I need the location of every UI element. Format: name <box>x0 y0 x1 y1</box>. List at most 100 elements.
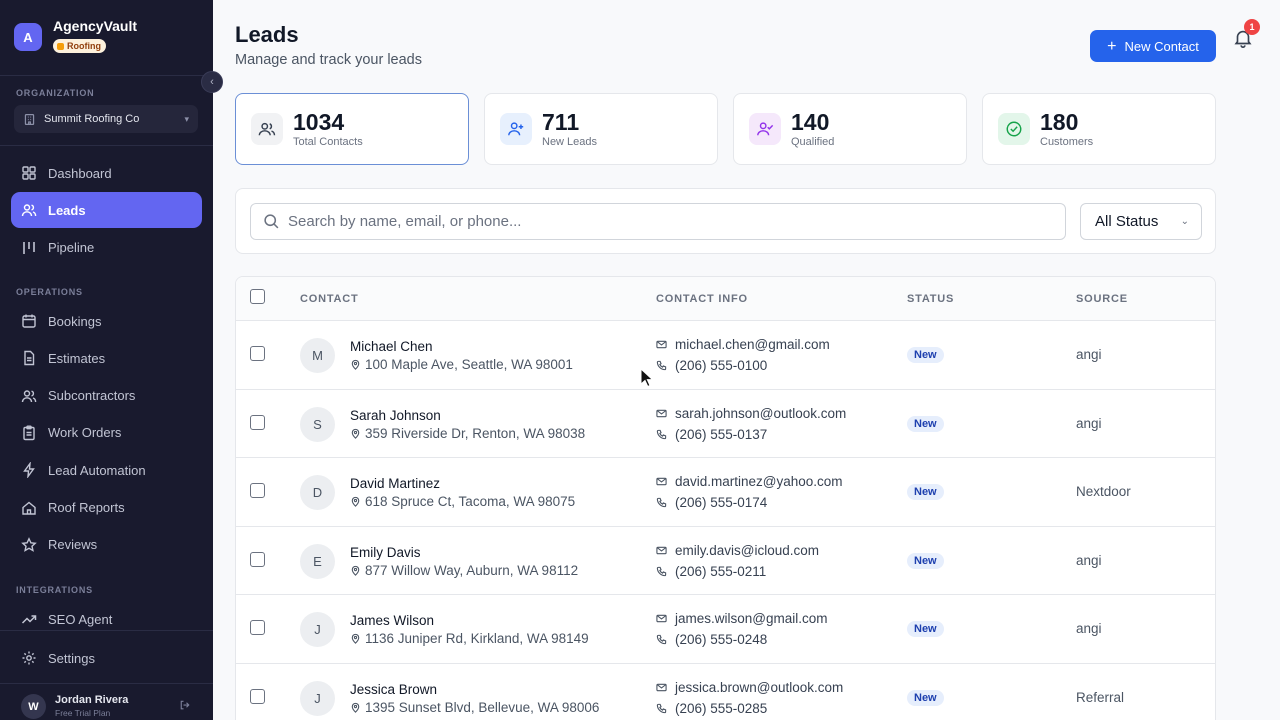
user-name: Jordan Rivera <box>55 694 129 706</box>
sidebar-collapse-button[interactable]: ‹ <box>201 71 223 93</box>
row-checkbox[interactable] <box>250 483 265 498</box>
contact-address: 100 Maple Ave, Seattle, WA 98001 <box>350 357 573 372</box>
sidebar-item-subcontractors[interactable]: Subcontractors <box>11 378 202 414</box>
sidebar-item-estimates[interactable]: Estimates <box>11 340 202 376</box>
map-pin-icon <box>350 496 361 507</box>
avatar: M <box>300 338 335 373</box>
sidebar-item-leads[interactable]: Leads <box>11 192 202 229</box>
filter-panel: All Status ⌄ <box>235 188 1216 254</box>
contact-phone[interactable]: (206) 555-0174 <box>656 495 767 510</box>
stat-card-qualified[interactable]: 140 Qualified <box>733 93 967 165</box>
table-row[interactable]: D David Martinez 618 Spruce Ct, Tacoma, … <box>236 458 1215 527</box>
status-filter-select[interactable]: All Status ⌄ <box>1080 203 1202 240</box>
contact-phone[interactable]: (206) 555-0211 <box>656 564 766 579</box>
address-text: 100 Maple Ave, Seattle, WA 98001 <box>365 357 573 372</box>
sidebar-item-roof-reports[interactable]: Roof Reports <box>11 490 202 526</box>
column-header-source[interactable]: SOURCE <box>1076 293 1128 305</box>
contact-name[interactable]: Sarah Johnson <box>350 408 441 423</box>
user-plus-icon <box>500 113 532 145</box>
status-badge: New <box>907 689 944 706</box>
mail-icon <box>656 613 667 624</box>
contact-name[interactable]: Emily Davis <box>350 545 421 560</box>
phone-icon <box>656 497 667 508</box>
new-contact-button[interactable]: + New Contact <box>1090 30 1216 62</box>
sidebar-item-lead-automation[interactable]: Lead Automation <box>11 452 202 488</box>
search-box[interactable] <box>250 203 1066 240</box>
user-profile[interactable]: W Jordan Rivera Free Trial Plan <box>21 694 191 719</box>
address-text: 618 Spruce Ct, Tacoma, WA 98075 <box>365 494 576 509</box>
contact-email[interactable]: david.martinez@yahoo.com <box>656 474 843 489</box>
sidebar-item-seo-agent[interactable]: SEO Agent <box>11 601 202 637</box>
address-text: 359 Riverside Dr, Renton, WA 98038 <box>365 425 586 441</box>
table-row[interactable]: S Sarah Johnson 359 Riverside Dr, Renton… <box>236 390 1215 458</box>
brand[interactable]: A AgencyVault Roofing <box>14 18 137 55</box>
table-row[interactable]: M Michael Chen 100 Maple Ave, Seattle, W… <box>236 321 1215 390</box>
stat-card-customers[interactable]: 180 Customers <box>982 93 1216 165</box>
contact-phone[interactable]: (206) 555-0285 <box>656 701 767 716</box>
column-header-contact[interactable]: CONTACT <box>300 293 359 305</box>
search-input[interactable] <box>288 213 1048 230</box>
map-pin-icon <box>350 565 361 576</box>
contact-email[interactable]: james.wilson@gmail.com <box>656 611 828 626</box>
logout-icon[interactable] <box>179 699 191 714</box>
stat-card-total-contacts[interactable]: 1034 Total Contacts <box>235 93 469 165</box>
org-selector[interactable]: Summit Roofing Co ▾ <box>14 105 198 133</box>
sidebar-item-dashboard[interactable]: Dashboard <box>11 155 202 191</box>
phone-icon <box>656 360 667 371</box>
select-all-checkbox[interactable] <box>250 289 265 304</box>
stat-label: Qualified <box>791 136 835 148</box>
row-checkbox[interactable] <box>250 346 265 361</box>
stat-value: 180 <box>1040 109 1079 135</box>
sidebar-item-label: Subcontractors <box>48 388 136 404</box>
column-header-status[interactable]: STATUS <box>907 293 954 305</box>
notification-badge: 1 <box>1244 19 1260 35</box>
sidebar-item-reviews[interactable]: Reviews <box>11 527 202 563</box>
sidebar-item-label: Bookings <box>48 313 102 329</box>
lead-source: angi <box>1076 621 1102 636</box>
sidebar-item-pipeline[interactable]: Pipeline <box>11 230 202 266</box>
page-subtitle: Manage and track your leads <box>235 52 422 68</box>
phone-text: (206) 555-0248 <box>675 632 768 647</box>
phone-text: (206) 555-0211 <box>675 563 767 579</box>
users-icon <box>251 113 283 145</box>
stat-value: 1034 <box>293 109 345 135</box>
sidebar-item-settings[interactable]: Settings <box>11 640 202 676</box>
building-icon <box>24 113 35 125</box>
stat-card-new-leads[interactable]: 711 New Leads <box>484 93 718 165</box>
contact-name[interactable]: David Martinez <box>350 476 440 491</box>
sidebar-divider <box>0 145 213 146</box>
contact-email[interactable]: sarah.johnson@outlook.com <box>656 406 846 421</box>
contact-name[interactable]: James Wilson <box>350 613 434 628</box>
users-icon <box>21 202 37 218</box>
contact-email[interactable]: jessica.brown@outlook.com <box>656 680 843 695</box>
dashboard-icon <box>21 165 37 181</box>
brand-name: AgencyVault <box>53 18 138 34</box>
contact-phone[interactable]: (206) 555-0100 <box>656 358 767 373</box>
email-text: emily.davis@icloud.com <box>675 542 819 558</box>
contact-email[interactable]: michael.chen@gmail.com <box>656 337 830 352</box>
column-header-contact-info[interactable]: CONTACT INFO <box>656 293 748 305</box>
contact-name[interactable]: Jessica Brown <box>350 682 437 697</box>
table-row[interactable]: E Emily Davis 877 Willow Way, Auburn, WA… <box>236 527 1215 595</box>
contact-email[interactable]: emily.davis@icloud.com <box>656 543 819 558</box>
row-checkbox[interactable] <box>250 688 265 704</box>
page-title: Leads <box>235 22 299 47</box>
sidebar-item-label: Pipeline <box>48 240 95 256</box>
contact-name[interactable]: Michael Chen <box>350 339 433 354</box>
table-row[interactable]: J James Wilson 1136 Juniper Rd, Kirkland… <box>236 595 1215 664</box>
row-checkbox[interactable] <box>250 620 265 635</box>
table-row[interactable]: J Jessica Brown 1395 Sunset Blvd, Bellev… <box>236 664 1215 720</box>
contact-phone[interactable]: (206) 555-0248 <box>656 632 767 647</box>
mail-icon <box>656 545 667 556</box>
phone-icon <box>656 703 667 714</box>
phone-text: (206) 555-0174 <box>675 495 768 510</box>
avatar: E <box>300 543 335 579</box>
row-checkbox[interactable] <box>250 414 265 430</box>
brand-avatar: A <box>14 23 42 51</box>
sidebar-item-work-orders[interactable]: Work Orders <box>11 415 202 451</box>
sidebar-item-bookings[interactable]: Bookings <box>11 303 202 339</box>
sidebar: A AgencyVault Roofing ORGANIZATION Summi… <box>0 0 213 720</box>
row-checkbox[interactable] <box>250 551 265 567</box>
email-text: david.martinez@yahoo.com <box>675 474 843 489</box>
contact-phone[interactable]: (206) 555-0137 <box>656 427 767 442</box>
